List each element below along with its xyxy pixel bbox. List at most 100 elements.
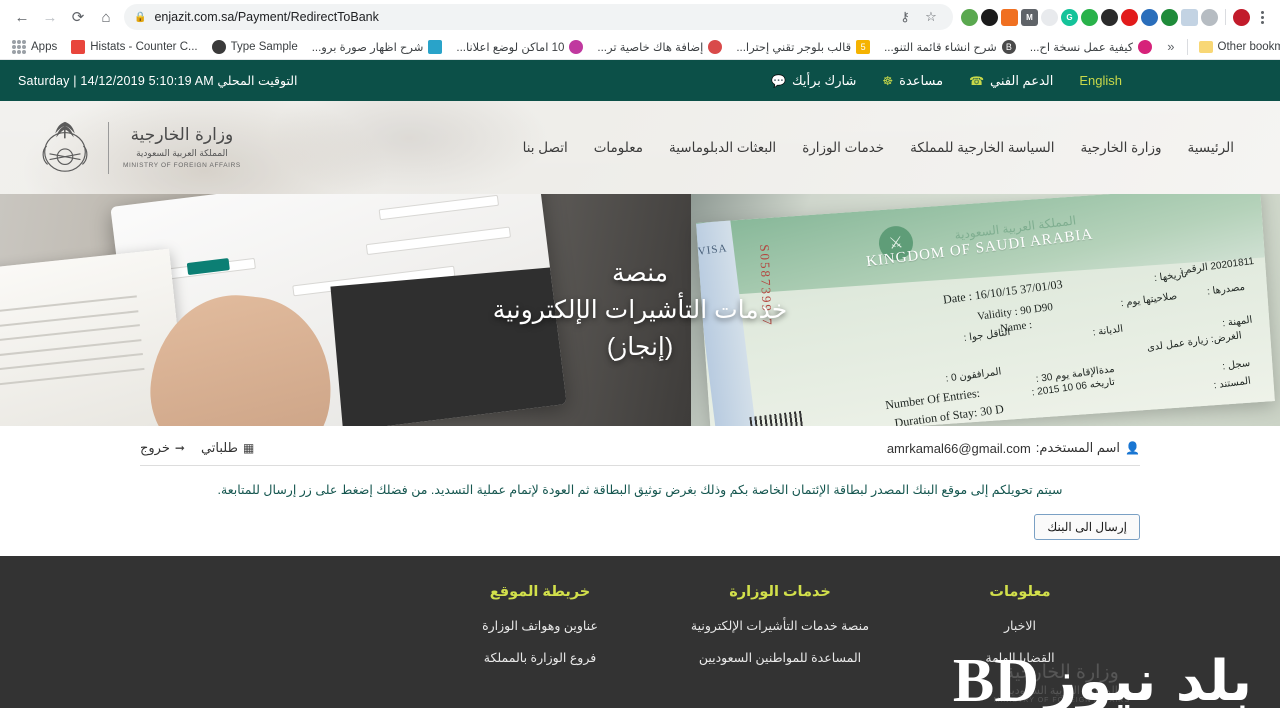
footer-title-sitemap: خريطة الموقع	[489, 584, 591, 600]
folder-icon	[1198, 40, 1213, 53]
hero-line-3: (إنجاز)	[606, 332, 674, 361]
comment-icon: 💬	[771, 73, 786, 88]
dark-circle-icon[interactable]	[981, 8, 998, 26]
list-icon: ▦	[242, 441, 255, 455]
bookmark-type-sample[interactable]: Type Sample	[206, 38, 304, 56]
bookmark-blogger-template[interactable]: 5 قالب بلوجر تقني إحترا...	[730, 38, 876, 56]
logo-divider	[108, 121, 109, 174]
nav-item-ministry-services[interactable]: خدمات الوزارة	[802, 140, 884, 156]
bookmark-star-icon[interactable]: ☆	[919, 5, 943, 29]
flower-icon	[708, 39, 723, 54]
nav-item-diplomatic-missions[interactable]: البعثات الدبلوماسية	[669, 140, 776, 156]
address-bar-url: enjazit.com.sa/Payment/RedirectToBank	[154, 10, 379, 24]
account-links: ▦ طلباتي ➞ خروج	[140, 440, 254, 456]
life-ring-icon: ☸	[882, 73, 894, 88]
my-requests-link[interactable]: ▦ طلباتي	[201, 440, 254, 456]
watermark-ghost-logo: وزارة الخارجية المملكة العربية السعودية …	[994, 661, 1130, 704]
footer-columns: معلومات الاخبار القضايا الهامة خدمات الو…	[140, 584, 1140, 682]
bookmark-menu-tutorial[interactable]: B شرح انشاء قائمة التنو...	[878, 38, 1022, 56]
bookmarks-divider	[1186, 38, 1188, 55]
lock-icon: 🔒	[134, 11, 147, 23]
nav-item-home[interactable]: الرئيسية	[1188, 140, 1235, 156]
bookmark-histats[interactable]: Histats - Counter C...	[65, 38, 203, 56]
lightbulb-badge-icon[interactable]	[961, 8, 978, 26]
watermark-ghost-subtitle: المملكة العربية السعودية	[1005, 685, 1118, 697]
support-link-label: الدعم الفني	[990, 72, 1054, 88]
phone-icon: ☎	[969, 73, 985, 88]
back-button[interactable]: ←	[8, 3, 36, 31]
extensions-strip: M G	[959, 8, 1252, 26]
footer-link-evisa-platform[interactable]: منصة خدمات التأشيرات الإلكترونية	[660, 618, 900, 633]
footer-link-branches[interactable]: فروع الوزارة بالمملكة	[420, 650, 660, 665]
sitemap-icon[interactable]	[1141, 8, 1158, 26]
bookmark-backup-tutorial[interactable]: كيفية عمل نسخة اح...	[1024, 38, 1158, 56]
green-thumb-icon[interactable]	[1081, 8, 1098, 26]
mailbox-m-icon[interactable]: M	[1021, 8, 1038, 26]
bookmark-image-tutorial[interactable]: شرح اظهار صورة برو...	[306, 38, 449, 56]
grammarly-g-icon[interactable]: G	[1061, 8, 1078, 26]
main-content: 👤 اسم المستخدم: amrkamal66@gmail.com ▦ ط…	[0, 426, 1280, 556]
footer-link-news[interactable]: الاخبار	[900, 618, 1140, 633]
bookmark-label: Apps	[31, 40, 58, 53]
logo-arabic-title: وزارة الخارجية	[130, 125, 234, 146]
footer-title-ministry-services: خدمات الوزارة	[729, 584, 831, 600]
hero-banner: VISA ⚔ المملكة العربية السعودية KINGDOM …	[0, 194, 1280, 426]
reload-button[interactable]: ⟳	[64, 3, 92, 31]
home-button[interactable]: ⌂	[92, 3, 120, 31]
forward-button[interactable]: →	[36, 3, 64, 31]
key-icon[interactable]: ⚷	[893, 5, 917, 29]
language-switch-english[interactable]: English	[1079, 73, 1122, 88]
share-opinion-link[interactable]: شارك برأيك 💬	[771, 73, 856, 89]
hero-title-block: منصة خدمات التأشيرات الإلكترونية (إنجاز)	[0, 194, 1280, 426]
bookmark-ad-places[interactable]: 10 اماكن لوضع اعلانا...	[450, 38, 589, 56]
bookmark-label: Histats - Counter C...	[90, 40, 198, 53]
other-bookmarks-folder[interactable]: Other bookmarks	[1193, 39, 1280, 55]
page-content: English الدعم الفني ☎ مساعدة ☸ شارك برأي…	[0, 60, 1280, 708]
red-seal-icon[interactable]	[1233, 8, 1250, 26]
green-globe-icon[interactable]	[1161, 8, 1178, 26]
nav-item-foreign-policy[interactable]: السياسة الخارجية للمملكة	[910, 140, 1054, 156]
logo-english-title: MINISTRY OF FOREIGN AFFAIRS	[123, 161, 241, 169]
opera-red-icon[interactable]	[1121, 8, 1138, 26]
ministry-logo[interactable]: وزارة الخارجية المملكة العربية السعودية …	[36, 117, 241, 179]
omnibox-actions: ⚷ ☆	[893, 5, 943, 29]
bookmark-hack-feature[interactable]: إضافة هاك خاصية تر...	[591, 38, 728, 56]
apps-grid-icon	[12, 39, 26, 54]
help-link[interactable]: مساعدة ☸	[882, 73, 943, 89]
account-bar: 👤 اسم المستخدم: amrkamal66@gmail.com ▦ ط…	[140, 426, 1140, 466]
bookmark-label: شرح اظهار صورة برو...	[311, 41, 424, 54]
bookmark-label: إضافة هاك خاصية تر...	[597, 41, 704, 54]
browser-menu-icon[interactable]	[1252, 10, 1272, 24]
payment-redirect-notice: سيتم تحويلكم إلى موقع البنك المصدر لبطاق…	[217, 483, 1063, 497]
footer-link-citizen-help[interactable]: المساعدة للمواطنين السعوديين	[660, 650, 900, 665]
site-header: الرئيسية وزارة الخارجية السياسة الخارجية…	[0, 101, 1280, 194]
nav-item-information[interactable]: معلومات	[594, 140, 643, 156]
send-button-row: إرسال الى البنك	[140, 500, 1140, 556]
orange-chart-icon[interactable]	[1001, 8, 1018, 26]
main-navigation: الرئيسية وزارة الخارجية السياسة الخارجية…	[523, 140, 1234, 156]
nav-item-contact-us[interactable]: اتصل بنا	[523, 140, 568, 156]
my-requests-label: طلباتي	[200, 440, 238, 455]
yin-yang-icon[interactable]	[1101, 8, 1118, 26]
send-to-bank-button[interactable]: إرسال الى البنك	[1034, 514, 1140, 540]
globe-icon	[211, 39, 226, 54]
footer-link-addresses-phones[interactable]: عناوين وهواتف الوزارة	[420, 618, 660, 633]
other-bookmarks-label: Other bookmarks	[1217, 40, 1280, 53]
bookmarks-overflow-button[interactable]: »	[1160, 39, 1181, 54]
footer-column-ministry-services: خدمات الوزارة منصة خدمات التأشيرات الإلك…	[660, 584, 900, 682]
bookmark-apps[interactable]: Apps	[6, 38, 63, 56]
hero-line-2: خدمات التأشيرات الإلكترونية	[492, 295, 788, 324]
bookmark-label: كيفية عمل نسخة اح...	[1029, 41, 1134, 54]
notepad-icon[interactable]	[1181, 8, 1198, 26]
address-bar[interactable]: 🔒 enjazit.com.sa/Payment/RedirectToBank …	[124, 4, 953, 30]
logout-link[interactable]: ➞ خروج	[140, 440, 185, 456]
technical-support-link[interactable]: الدعم الفني ☎	[969, 73, 1053, 89]
utility-topbar: English الدعم الفني ☎ مساعدة ☸ شارك برأي…	[0, 60, 1280, 101]
username-label: اسم المستخدم:	[1035, 440, 1121, 455]
bar-chart-icon	[71, 39, 86, 54]
blogger-icon: B	[1001, 39, 1016, 54]
eraser-icon[interactable]	[1041, 8, 1058, 26]
number-badge-icon: 5	[856, 39, 871, 54]
grey-globe-icon[interactable]	[1201, 8, 1218, 26]
nav-item-ministry[interactable]: وزارة الخارجية	[1081, 140, 1162, 156]
